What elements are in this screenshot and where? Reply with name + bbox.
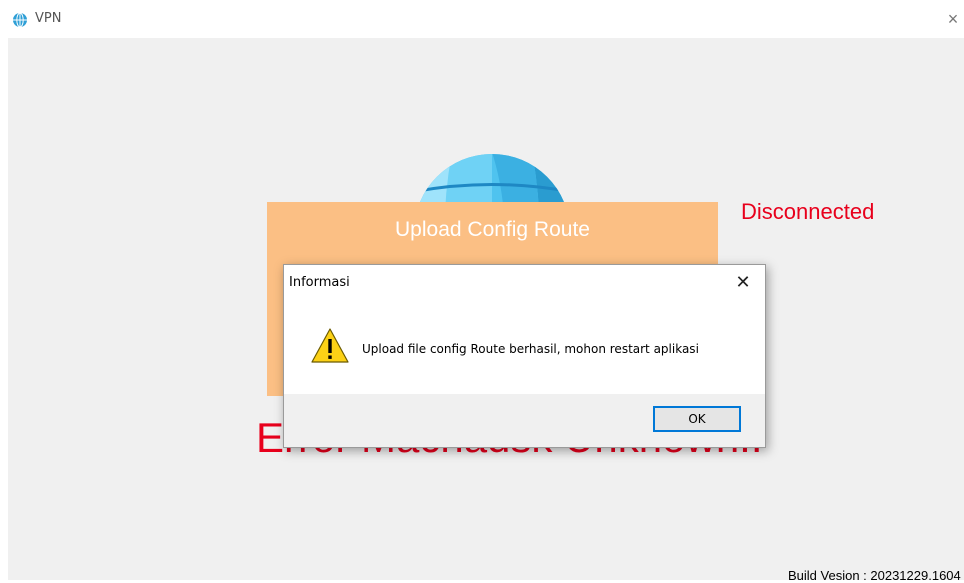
- title-bar: VPN ×: [0, 0, 964, 38]
- dialog-message: Upload file config Route berhasil, mohon…: [362, 342, 699, 356]
- info-dialog: Informasi ✕ Upload file config Route ber…: [283, 264, 766, 448]
- warning-icon: [311, 328, 349, 363]
- dialog-close-button[interactable]: ✕: [730, 269, 756, 295]
- dialog-footer: OK: [284, 394, 765, 447]
- window-title: VPN: [35, 11, 62, 26]
- upload-config-route-label: Upload Config Route: [395, 218, 590, 241]
- dialog-title: Informasi: [289, 275, 350, 290]
- globe-icon: [13, 12, 27, 28]
- dialog-header: Informasi ✕: [284, 265, 765, 297]
- build-version: Build Vesion : 20231229.1604: [788, 568, 961, 583]
- connection-status: Disconnected: [741, 199, 875, 224]
- window-close-button[interactable]: ×: [942, 8, 964, 30]
- ok-button[interactable]: OK: [653, 406, 741, 432]
